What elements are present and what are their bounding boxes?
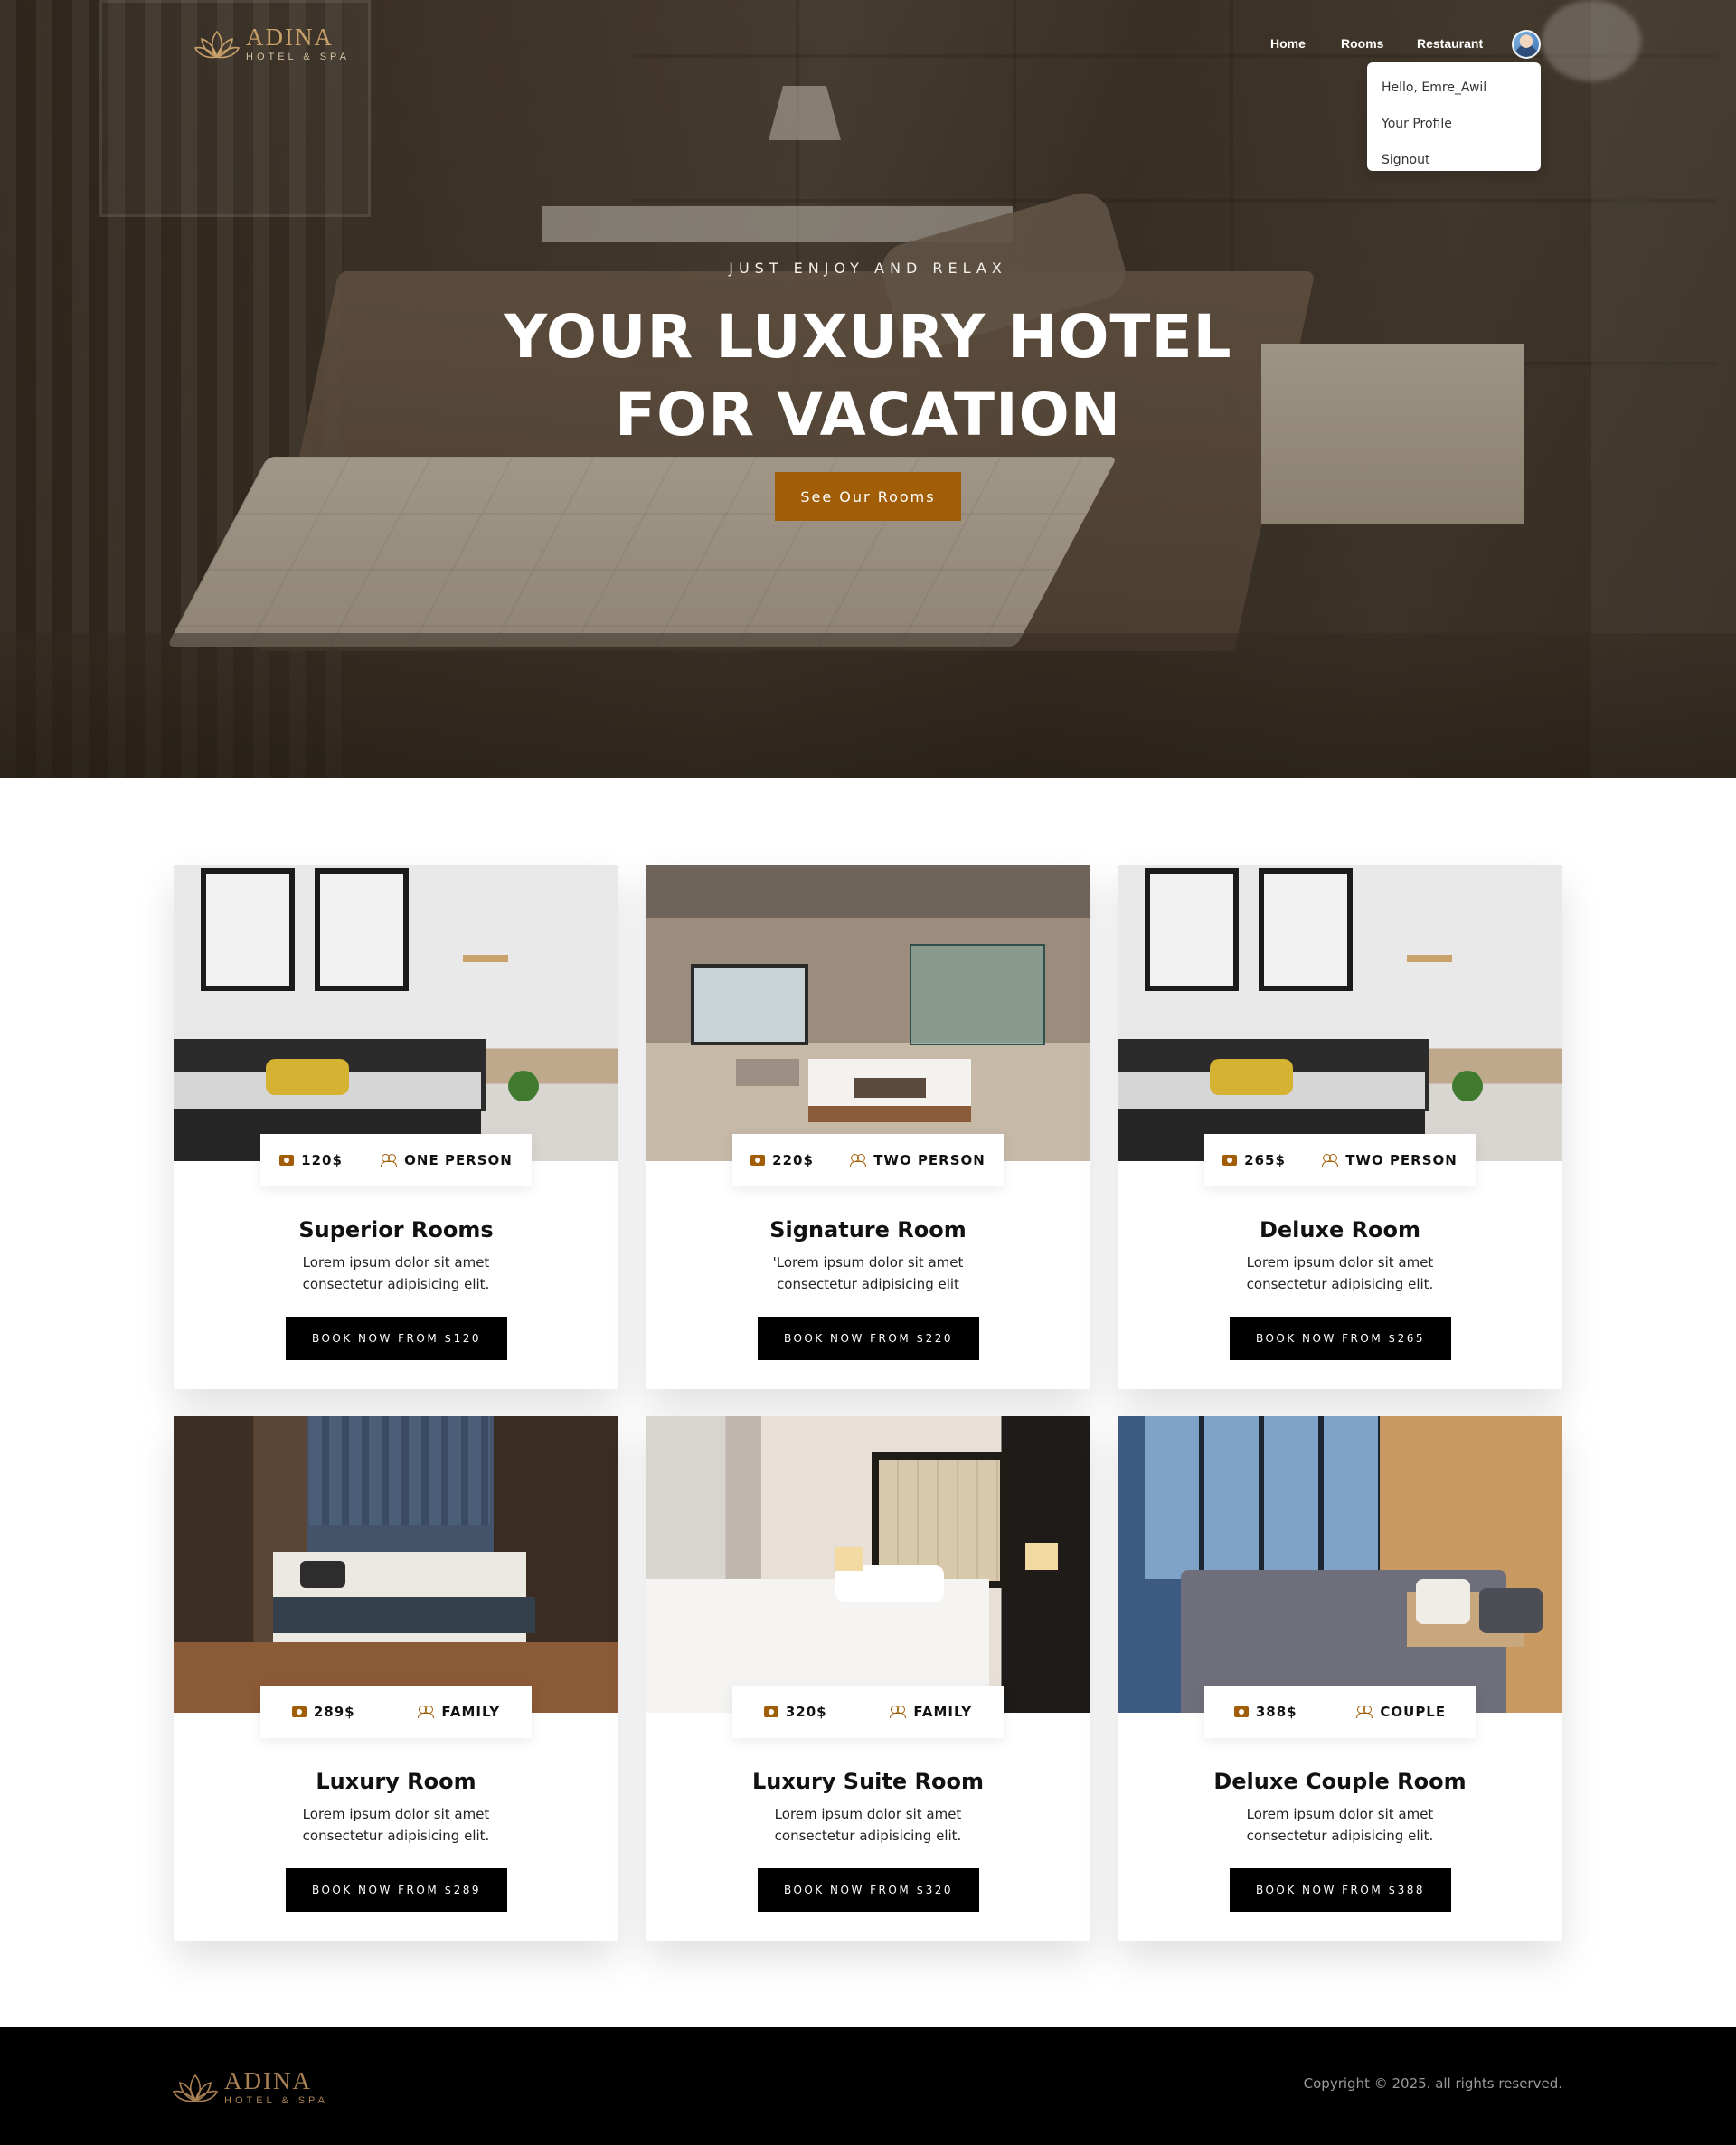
- money-icon: [1222, 1155, 1238, 1166]
- room-card: 388$ COUPLE Deluxe Couple Room Lorem ips…: [1118, 1416, 1562, 1941]
- profile-menu-item[interactable]: Your Profile: [1367, 106, 1541, 142]
- room-price: 289$: [313, 1704, 355, 1720]
- signout-menu-item[interactable]: Signout: [1367, 142, 1541, 178]
- lotus-icon: [172, 2074, 219, 2102]
- room-price: 265$: [1244, 1152, 1286, 1168]
- room-capacity: ONE PERSON: [404, 1152, 513, 1168]
- room-meta-bar: 220$ TWO PERSON: [732, 1134, 1004, 1186]
- room-description: Lorem ipsum dolor sit amet consectetur a…: [774, 1806, 962, 1844]
- footer-brand-tagline: HOTEL & SPA: [224, 2095, 328, 2106]
- people-icon: [381, 1154, 398, 1167]
- room-description: Lorem ipsum dolor sit amet consectetur a…: [302, 1806, 490, 1844]
- room-title: Deluxe Room: [1259, 1217, 1421, 1243]
- room-card: 265$ TWO PERSON Deluxe Room Lorem ipsum …: [1118, 865, 1562, 1389]
- room-card: 220$ TWO PERSON Signature Room 'Lorem ip…: [646, 865, 1090, 1389]
- room-photo: [174, 1416, 618, 1713]
- brand-name: ADINA: [246, 24, 334, 51]
- avatar-glow: [1542, 0, 1641, 81]
- book-now-button[interactable]: BOOK NOW FROM $120: [286, 1317, 507, 1360]
- money-icon: [279, 1155, 295, 1166]
- footer-logo[interactable]: ADINA HOTEL & SPA: [172, 2069, 328, 2106]
- room-title: Superior Rooms: [298, 1217, 494, 1243]
- room-photo: [1118, 1416, 1562, 1713]
- money-icon: [763, 1706, 778, 1717]
- hero-title-line1: YOUR LUXURY HOTEL: [504, 302, 1232, 372]
- header-logo[interactable]: ADINA HOTEL & SPA: [193, 25, 350, 62]
- room-price: 120$: [301, 1152, 343, 1168]
- book-now-button[interactable]: BOOK NOW FROM $320: [758, 1868, 979, 1912]
- room-title: Luxury Suite Room: [752, 1769, 984, 1794]
- money-icon: [1233, 1706, 1249, 1717]
- room-capacity: FAMILY: [441, 1704, 501, 1720]
- nav-rooms-link[interactable]: Rooms: [1341, 36, 1383, 51]
- room-meta-bar: 120$ ONE PERSON: [260, 1134, 532, 1186]
- people-icon: [1356, 1706, 1373, 1718]
- room-title: Deluxe Couple Room: [1213, 1769, 1467, 1794]
- room-photo: [174, 865, 618, 1161]
- hero-title-line2: FOR VACATION: [615, 380, 1121, 449]
- room-card: 289$ FAMILY Luxury Room Lorem ipsum dolo…: [174, 1416, 618, 1941]
- lotus-icon: [193, 30, 241, 58]
- book-now-button[interactable]: BOOK NOW FROM $220: [758, 1317, 979, 1360]
- people-icon: [1322, 1154, 1339, 1167]
- brand-tagline: HOTEL & SPA: [246, 52, 350, 62]
- room-card: 320$ FAMILY Luxury Suite Room Lorem ipsu…: [646, 1416, 1090, 1941]
- money-icon: [750, 1155, 766, 1166]
- book-now-button[interactable]: BOOK NOW FROM $289: [286, 1868, 507, 1912]
- room-meta-bar: 265$ TWO PERSON: [1204, 1134, 1476, 1186]
- nav-restaurant-link[interactable]: Restaurant: [1417, 36, 1483, 51]
- room-capacity: COUPLE: [1380, 1704, 1447, 1720]
- room-description: 'Lorem ipsum dolor sit amet consectetur …: [772, 1254, 964, 1292]
- see-rooms-button[interactable]: See Our Rooms: [775, 472, 961, 521]
- room-photo: [646, 1416, 1090, 1713]
- user-avatar[interactable]: [1512, 30, 1541, 59]
- room-capacity: TWO PERSON: [873, 1152, 986, 1168]
- book-now-button[interactable]: BOOK NOW FROM $388: [1230, 1868, 1451, 1912]
- people-icon: [850, 1154, 867, 1167]
- room-price: 388$: [1255, 1704, 1297, 1720]
- room-price: 320$: [785, 1704, 827, 1720]
- room-description: Lorem ipsum dolor sit amet consectetur a…: [1246, 1806, 1434, 1844]
- book-now-button[interactable]: BOOK NOW FROM $265: [1230, 1317, 1451, 1360]
- hero-section: ADINA HOTEL & SPA Home Rooms Restaurant …: [0, 0, 1736, 778]
- room-description: Lorem ipsum dolor sit amet consectetur a…: [302, 1254, 490, 1292]
- room-title: Luxury Room: [316, 1769, 476, 1794]
- room-card: 120$ ONE PERSON Superior Rooms Lorem ips…: [174, 865, 618, 1389]
- room-photo: [1118, 865, 1562, 1161]
- rooms-grid: 120$ ONE PERSON Superior Rooms Lorem ips…: [174, 865, 1562, 1941]
- money-icon: [291, 1706, 307, 1717]
- room-photo: [646, 865, 1090, 1161]
- hero-kicker: JUST ENJOY AND RELAX: [729, 260, 1007, 277]
- room-description: Lorem ipsum dolor sit amet consectetur a…: [1246, 1254, 1434, 1292]
- people-icon: [418, 1706, 435, 1718]
- room-meta-bar: 289$ FAMILY: [260, 1686, 532, 1738]
- room-capacity: FAMILY: [913, 1704, 973, 1720]
- room-capacity: TWO PERSON: [1345, 1152, 1458, 1168]
- user-greeting: Hello, Emre_Awil: [1382, 80, 1487, 95]
- room-price: 220$: [772, 1152, 814, 1168]
- people-icon: [890, 1706, 907, 1718]
- copyright-text: Copyright © 2025. all rights reserved.: [1303, 2075, 1562, 2092]
- room-meta-bar: 320$ FAMILY: [732, 1686, 1004, 1738]
- user-dropdown-menu: Hello, Emre_Awil Your Profile Signout: [1367, 62, 1541, 171]
- nav-home-link[interactable]: Home: [1270, 36, 1306, 51]
- hero-title: YOUR LUXURY HOTEL FOR VACATION: [0, 298, 1736, 454]
- footer-brand-name: ADINA: [224, 2067, 312, 2094]
- room-title: Signature Room: [769, 1217, 967, 1243]
- room-meta-bar: 388$ COUPLE: [1204, 1686, 1476, 1738]
